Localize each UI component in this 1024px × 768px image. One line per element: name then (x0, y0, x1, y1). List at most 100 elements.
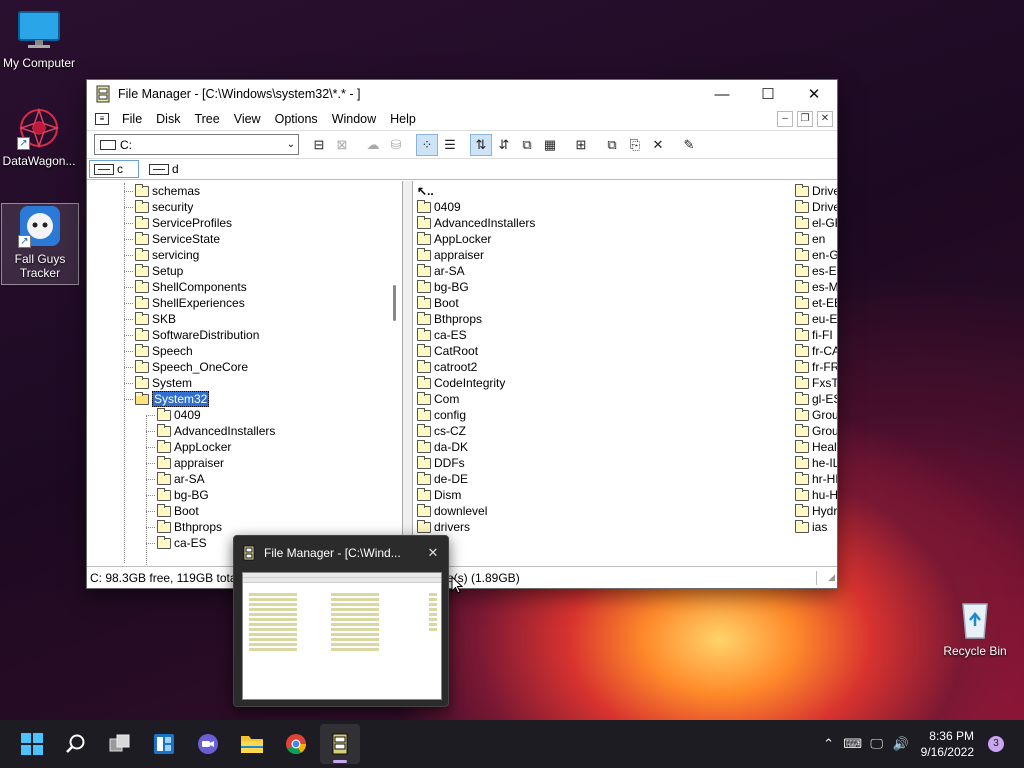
file-list-item[interactable]: el-GR (795, 215, 837, 231)
tree-item[interactable]: ar-SA (87, 471, 388, 487)
file-list-item[interactable]: es-ES (795, 263, 837, 279)
menu-tree[interactable]: Tree (187, 112, 226, 126)
tree-item[interactable]: ShellExperiences (87, 295, 388, 311)
tree-item[interactable]: Boot (87, 503, 388, 519)
file-list-item[interactable]: es-MX (795, 279, 837, 295)
file-list-item[interactable]: downlevel (417, 503, 535, 519)
file-list-item[interactable]: hu-HU (795, 487, 837, 503)
desktop-icon-fall-guys-tracker[interactable]: ↗ Fall Guys Tracker (1, 203, 79, 285)
drive-button-d[interactable]: d (145, 160, 183, 178)
tree-item[interactable]: ServiceState (87, 231, 388, 247)
menu-file[interactable]: File (115, 112, 149, 126)
tree-item[interactable]: AppLocker (87, 439, 388, 455)
task-view-button[interactable] (100, 724, 140, 764)
file-list-item[interactable]: Group (795, 407, 837, 423)
file-list-item[interactable]: drivers (417, 519, 535, 535)
taskbar-thumbnail-preview[interactable]: File Manager - [C:\Wind... ✕ (233, 535, 449, 707)
clock[interactable]: 8:36 PM 9/16/2022 (921, 728, 974, 760)
tree-item[interactable]: Setup (87, 263, 388, 279)
file-list-item[interactable]: fr-CA (795, 343, 837, 359)
parent-directory-item[interactable]: ↖.. (417, 183, 535, 199)
chrome-button[interactable] (276, 724, 316, 764)
notification-badge[interactable]: 3 (988, 736, 1004, 752)
scrollbar-thumb[interactable] (393, 285, 396, 321)
file-list-item[interactable]: eu-ES (795, 311, 837, 327)
file-list-item[interactable]: fi-FI (795, 327, 837, 343)
file-list-pane[interactable]: ↖.. 0409 AdvancedInstallers AppLocker appra… (413, 181, 837, 565)
file-list-item[interactable]: Bthprops (417, 311, 535, 327)
file-list-item[interactable]: FxsTr (795, 375, 837, 391)
sort-by-name-icon[interactable]: ⇅ (470, 133, 492, 156)
tree-item[interactable]: System (87, 375, 388, 391)
drive-button-c[interactable]: c (89, 160, 139, 178)
child-restore-button[interactable]: ❐ (797, 111, 813, 127)
file-list-item[interactable]: gl-ES (795, 391, 837, 407)
file-list-item[interactable]: de-DE (417, 471, 535, 487)
file-list-item[interactable]: he-IL (795, 455, 837, 471)
child-minimize-button[interactable]: – (777, 111, 793, 127)
file-list-item[interactable]: cs-CZ (417, 423, 535, 439)
file-explorer-button[interactable] (232, 724, 272, 764)
large-icons-view-icon[interactable]: ⁘ (416, 133, 438, 156)
file-list-item[interactable]: Group (795, 423, 837, 439)
tree-item[interactable]: Speech (87, 343, 388, 359)
properties-icon[interactable]: ✎ (678, 134, 700, 156)
file-list-item[interactable]: appraiser (417, 247, 535, 263)
desktop-icon-my-computer[interactable]: My Computer (0, 8, 78, 70)
start-button[interactable] (12, 724, 52, 764)
connect-network-drive-icon[interactable]: ⊟ (308, 134, 330, 156)
tree-item[interactable]: schemas (87, 183, 388, 199)
thumbnail-close-icon[interactable]: ✕ (418, 545, 448, 561)
child-system-menu-icon[interactable]: ≡ (95, 113, 109, 125)
list-view-icon[interactable]: ☰ (439, 134, 461, 156)
file-list-item[interactable]: en-GB (795, 247, 837, 263)
tree-item[interactable]: 0409 (87, 407, 388, 423)
tree-item[interactable]: SKB (87, 311, 388, 327)
tree-item[interactable]: appraiser (87, 455, 388, 471)
menu-view[interactable]: View (227, 112, 268, 126)
paste-icon[interactable]: ⎘ (624, 134, 646, 156)
file-manager-taskbar-button[interactable] (320, 724, 360, 764)
delete-icon[interactable]: ✕ (647, 134, 669, 156)
file-list-item[interactable]: Health (795, 439, 837, 455)
search-button[interactable] (56, 724, 96, 764)
child-close-button[interactable]: ✕ (817, 111, 833, 127)
file-list-item[interactable]: bg-BG (417, 279, 535, 295)
file-list-item[interactable]: hr-HR (795, 471, 837, 487)
tree-item-selected[interactable]: System32 (87, 391, 388, 407)
resize-grip-icon[interactable]: ◢ (823, 572, 835, 584)
file-list-item[interactable]: config (417, 407, 535, 423)
file-list-item[interactable]: Driver (795, 183, 837, 199)
copy-icon[interactable]: ⧉ (601, 134, 623, 156)
file-list-item[interactable]: AdvancedInstallers (417, 215, 535, 231)
share-as-icon[interactable]: ☁ (362, 134, 384, 156)
close-button[interactable]: ✕ (791, 80, 837, 108)
sort-by-size-icon[interactable]: ⧉ (516, 134, 538, 156)
network-icon[interactable]: 🖵 (865, 736, 889, 752)
tree-item[interactable]: bg-BG (87, 487, 388, 503)
file-list-item[interactable]: da-DK (417, 439, 535, 455)
sort-by-date-icon[interactable]: ▦ (539, 134, 561, 156)
file-list-item[interactable]: Com (417, 391, 535, 407)
keyboard-icon[interactable]: ⌨ (841, 736, 865, 752)
tree-item[interactable]: SoftwareDistribution (87, 327, 388, 343)
file-list-item[interactable]: Dism (417, 487, 535, 503)
file-list-item[interactable]: et-EE (795, 295, 837, 311)
tree-item[interactable]: Speech_OneCore (87, 359, 388, 375)
file-list-item[interactable]: catroot2 (417, 359, 535, 375)
widgets-button[interactable] (144, 724, 184, 764)
drive-select[interactable]: C: ⌄ (94, 134, 299, 155)
desktop-icon-datawagon[interactable]: ↗ DataWagon... (0, 106, 78, 168)
stop-sharing-icon[interactable]: ⛁ (385, 134, 407, 156)
tree-item[interactable]: servicing (87, 247, 388, 263)
file-list-item[interactable]: CodeIntegrity (417, 375, 535, 391)
file-list-item[interactable]: ca-ES (417, 327, 535, 343)
desktop-icon-recycle-bin[interactable]: Recycle Bin (936, 596, 1014, 658)
title-bar[interactable]: File Manager - [C:\Windows\system32\*.* … (87, 80, 837, 108)
menu-help[interactable]: Help (383, 112, 423, 126)
file-list-item[interactable]: ar-SA (417, 263, 535, 279)
file-list-item[interactable]: en (795, 231, 837, 247)
disconnect-network-drive-icon[interactable]: ⊠ (331, 134, 353, 156)
file-list-item[interactable]: Hydro (795, 503, 837, 519)
tree-vertical-scrollbar[interactable] (388, 181, 402, 565)
